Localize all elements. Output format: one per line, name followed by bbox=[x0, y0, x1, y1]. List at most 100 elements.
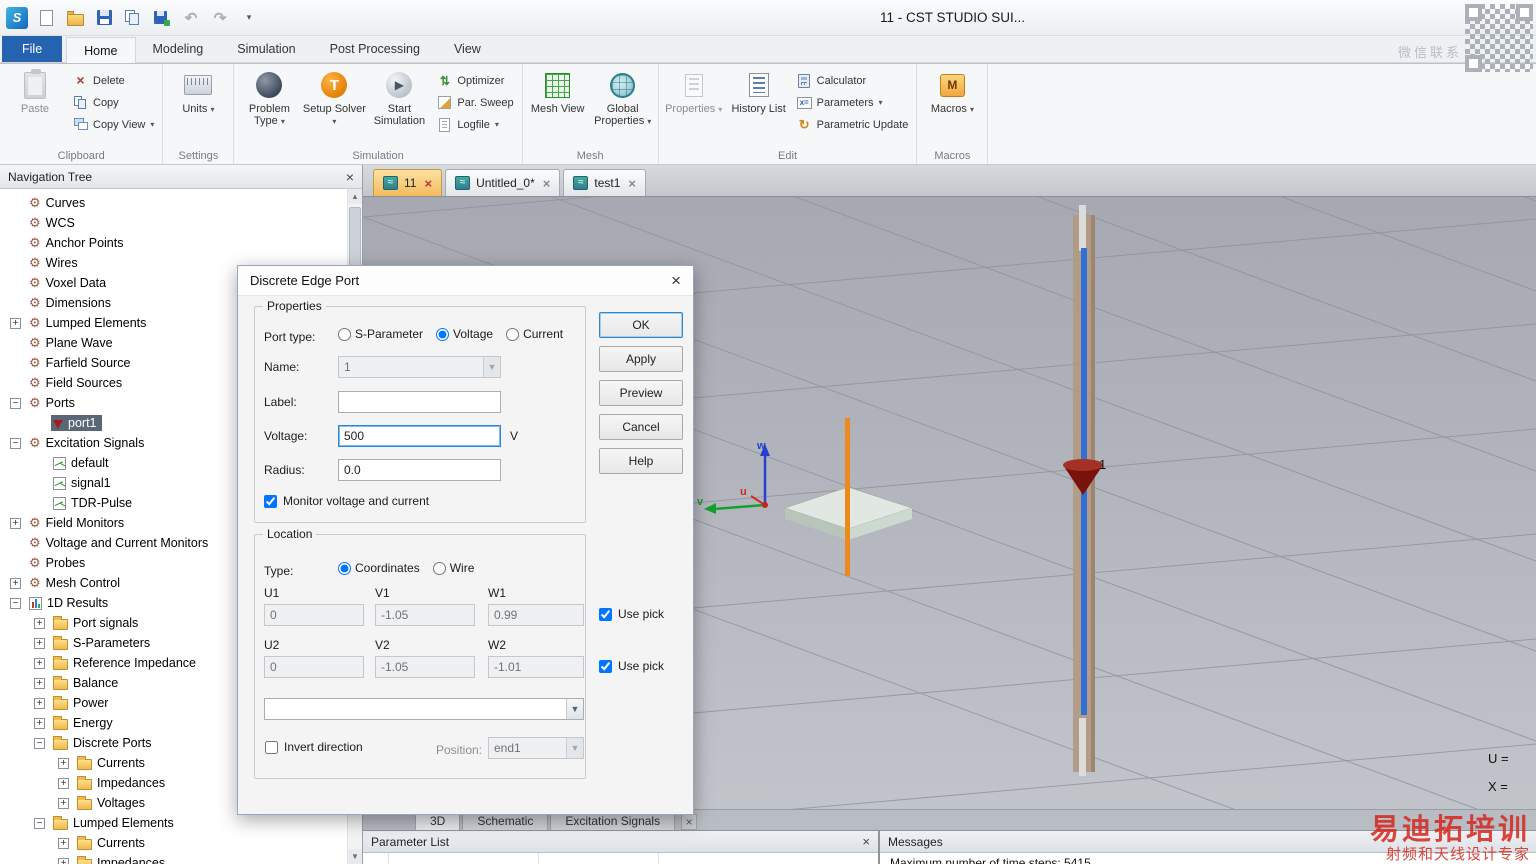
save-button[interactable] bbox=[91, 5, 117, 31]
v1-input[interactable] bbox=[375, 604, 475, 626]
u1-input[interactable] bbox=[264, 604, 364, 626]
history-list-button[interactable]: History List bbox=[727, 65, 791, 147]
close-tab-icon[interactable]: × bbox=[424, 176, 432, 191]
delete-button[interactable]: × Delete bbox=[68, 70, 159, 91]
radio-input-coordinates[interactable] bbox=[338, 561, 351, 575]
copy-doc-button[interactable] bbox=[120, 5, 146, 31]
ribbon-tab-file[interactable]: File bbox=[2, 36, 63, 62]
use-pick-1-checkbox[interactable]: Use pick bbox=[599, 607, 664, 621]
w2-input[interactable] bbox=[488, 656, 584, 678]
close-icon[interactable]: × bbox=[346, 169, 354, 185]
optimizer-button[interactable]: ⇅ Optimizer bbox=[432, 70, 518, 91]
paste-button[interactable]: Paste bbox=[3, 65, 67, 147]
u2-input[interactable] bbox=[264, 656, 364, 678]
w1-input[interactable] bbox=[488, 604, 584, 626]
radio-s-parameter[interactable]: S-Parameter bbox=[338, 327, 423, 341]
expand-icon[interactable]: + bbox=[58, 797, 69, 809]
save-all-button[interactable] bbox=[149, 5, 175, 31]
help-button[interactable]: Help bbox=[599, 448, 683, 474]
scroll-down-icon[interactable]: ▼ bbox=[348, 849, 362, 864]
cancel-button[interactable]: Cancel bbox=[599, 414, 683, 440]
position-combo[interactable]: end1 ▼ bbox=[488, 737, 584, 759]
parameters-button[interactable]: x= Parameters ▾ bbox=[792, 92, 914, 113]
close-view-tab-icon[interactable]: × bbox=[681, 814, 698, 830]
collapse-icon[interactable]: − bbox=[34, 737, 45, 749]
parameter-table[interactable] bbox=[363, 853, 878, 864]
expand-icon[interactable]: + bbox=[34, 697, 45, 709]
label-input[interactable] bbox=[338, 391, 501, 413]
radio-input-wire[interactable] bbox=[432, 561, 446, 575]
checkbox-input[interactable] bbox=[599, 607, 612, 621]
name-combo[interactable]: 1 ▼ bbox=[338, 356, 501, 378]
doc-tab-11[interactable]: ≈11 × bbox=[373, 169, 443, 196]
collapse-icon[interactable]: − bbox=[10, 597, 21, 609]
copy-button[interactable]: Copy bbox=[68, 92, 159, 113]
expand-icon[interactable]: + bbox=[10, 577, 21, 589]
open-folder-button[interactable] bbox=[62, 5, 88, 31]
tree-item-impedances[interactable]: + Impedances bbox=[0, 853, 362, 864]
tree-item-lumped-elements[interactable]: − Lumped Elements bbox=[0, 813, 362, 833]
close-tab-icon[interactable]: × bbox=[628, 176, 636, 191]
expand-icon[interactable]: + bbox=[34, 657, 45, 669]
discrete-wire[interactable] bbox=[845, 418, 850, 576]
close-icon[interactable]: × bbox=[671, 272, 681, 289]
start-simulation-button[interactable]: ▶ Start Simulation bbox=[367, 65, 431, 147]
expand-icon[interactable]: + bbox=[58, 837, 69, 849]
expand-icon[interactable]: + bbox=[58, 757, 69, 769]
ribbon-tab-simulation[interactable]: Simulation bbox=[220, 36, 312, 62]
checkbox-input[interactable] bbox=[265, 740, 278, 754]
setup-solver-button[interactable]: T Setup Solver ▾ bbox=[302, 65, 366, 147]
invert-direction-checkbox[interactable]: Invert direction bbox=[265, 740, 363, 754]
tree-item-wcs[interactable]: ⚙ WCS bbox=[0, 213, 362, 233]
expand-icon[interactable]: + bbox=[34, 717, 45, 729]
redo-button[interactable]: ↷ bbox=[207, 5, 233, 31]
expand-icon[interactable]: + bbox=[34, 617, 45, 629]
radio-input-s-parameter[interactable] bbox=[338, 327, 351, 341]
tree-item-currents[interactable]: + Currents bbox=[0, 833, 362, 853]
undo-button[interactable]: ↶ bbox=[178, 5, 204, 31]
expand-icon[interactable]: + bbox=[58, 777, 69, 789]
cst-logo-button[interactable]: S bbox=[4, 5, 30, 31]
new-file-button[interactable] bbox=[33, 5, 59, 31]
ok-button[interactable]: OK bbox=[599, 312, 683, 338]
doc-tab-test1[interactable]: ≈ test1 × bbox=[563, 169, 646, 196]
problem-type-button[interactable]: Problem Type ▾ bbox=[237, 65, 301, 147]
radius-input[interactable] bbox=[338, 459, 501, 481]
preview-button[interactable]: Preview bbox=[599, 380, 683, 406]
close-icon[interactable]: × bbox=[862, 834, 870, 849]
ribbon-tab-modeling[interactable]: Modeling bbox=[136, 36, 221, 62]
radio-input-current[interactable] bbox=[506, 327, 520, 341]
macros-button[interactable]: M Macros ▾ bbox=[920, 65, 984, 147]
apply-button[interactable]: Apply bbox=[599, 346, 683, 372]
tree-item-curves[interactable]: ⚙ Curves bbox=[0, 193, 362, 213]
tree-item-anchor-points[interactable]: ⚙ Anchor Points bbox=[0, 233, 362, 253]
radio-coordinates[interactable]: Coordinates bbox=[338, 561, 420, 575]
collapse-icon[interactable]: − bbox=[10, 437, 21, 449]
collapse-icon[interactable]: − bbox=[34, 817, 45, 829]
parametric-update-button[interactable]: ↻ Parametric Update bbox=[792, 114, 914, 135]
checkbox-input[interactable] bbox=[264, 494, 277, 508]
properties-button[interactable]: Properties ▾ bbox=[662, 65, 726, 147]
checkbox-input[interactable] bbox=[599, 659, 612, 673]
expand-icon[interactable]: + bbox=[10, 317, 21, 329]
global-properties-button[interactable]: Global Properties ▾ bbox=[591, 65, 655, 147]
radio-wire[interactable]: Wire bbox=[432, 561, 474, 575]
use-pick-2-checkbox[interactable]: Use pick bbox=[599, 659, 664, 673]
ribbon-tab-home[interactable]: Home bbox=[66, 37, 136, 63]
dialog-titlebar[interactable]: Discrete Edge Port × bbox=[238, 266, 693, 296]
ribbon-tab-post-processing[interactable]: Post Processing bbox=[313, 36, 437, 62]
scroll-up-icon[interactable]: ▲ bbox=[348, 189, 362, 204]
radio-voltage[interactable]: Voltage bbox=[436, 327, 493, 341]
par-sweep-button[interactable]: Par. Sweep bbox=[432, 92, 518, 113]
mesh-view-button[interactable]: Mesh View bbox=[526, 65, 590, 147]
toolbar-more-button[interactable]: ▾ bbox=[236, 5, 262, 31]
doc-tab-untitled-0[interactable]: ≈ Untitled_0* × bbox=[445, 169, 561, 196]
radio-current[interactable]: Current bbox=[506, 327, 563, 341]
units-button[interactable]: Units ▾ bbox=[166, 65, 230, 147]
collapse-icon[interactable]: − bbox=[10, 397, 21, 409]
wire-combo[interactable]: ▼ bbox=[264, 698, 584, 720]
calculator-button[interactable]: Calculator bbox=[792, 70, 914, 91]
logfile-button[interactable]: Logfile ▾ bbox=[432, 114, 518, 135]
v2-input[interactable] bbox=[375, 656, 475, 678]
close-tab-icon[interactable]: × bbox=[543, 176, 551, 191]
